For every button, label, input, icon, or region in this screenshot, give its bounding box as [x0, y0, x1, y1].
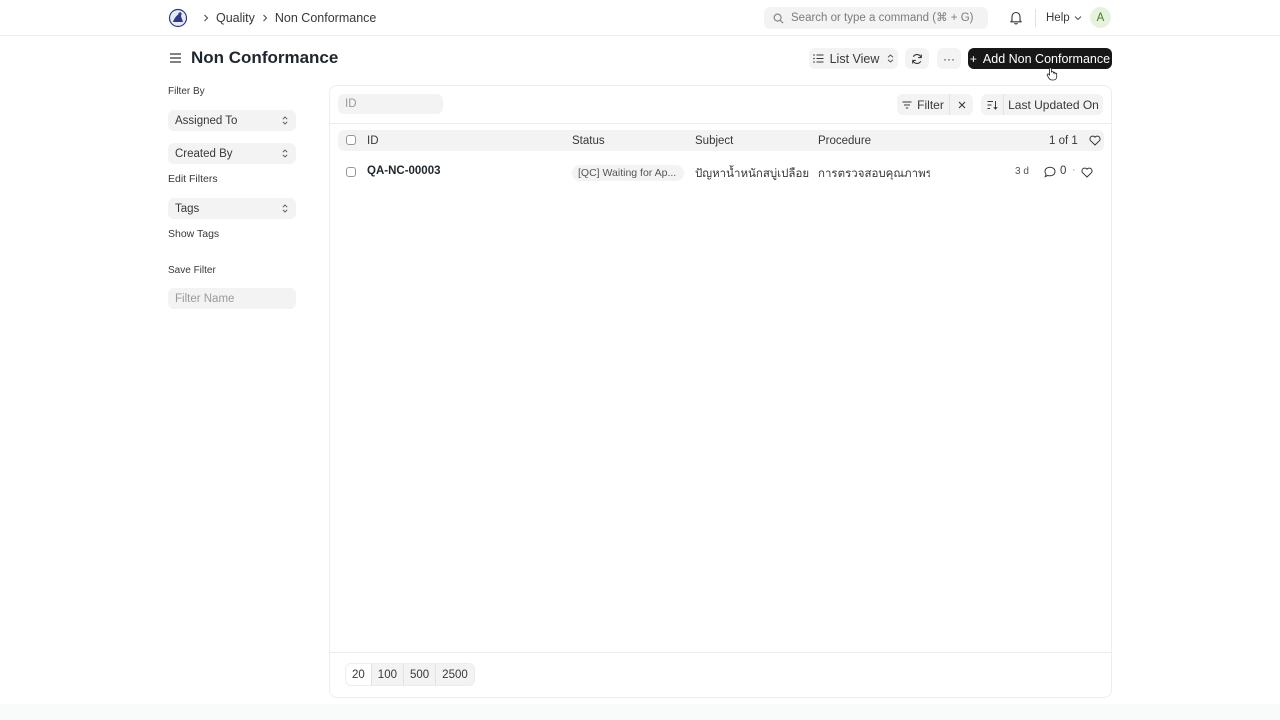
- sort-field-button[interactable]: Last Updated On: [1004, 94, 1103, 115]
- row-separator-dot: ·: [1072, 164, 1076, 176]
- clear-filters-button[interactable]: [950, 94, 973, 115]
- column-header-id: ID: [367, 134, 379, 147]
- list-view-selector[interactable]: List View: [809, 48, 898, 69]
- footer-divider: [330, 652, 1111, 653]
- filter-by-label: Filter By: [168, 86, 205, 97]
- chevron-right-icon: [261, 14, 269, 22]
- comment-count: 0: [1060, 165, 1067, 177]
- hand-cursor-icon: [1046, 67, 1058, 81]
- chevron-right-icon: [202, 14, 210, 22]
- app-logo-icon[interactable]: [168, 7, 188, 29]
- save-filter-label: Save Filter: [168, 265, 216, 276]
- breadcrumb: Quality Non Conformance: [196, 0, 376, 36]
- list-header: ID Status Subject Procedure 1 of 1: [338, 130, 1104, 151]
- select-arrows-icon: [282, 204, 288, 213]
- close-icon: [958, 101, 965, 108]
- page-title: Non Conformance: [191, 48, 339, 67]
- tags-filter[interactable]: Tags: [168, 198, 296, 219]
- navbar: Quality Non Conformance Help A: [0, 0, 1280, 36]
- tags-label: Tags: [175, 202, 200, 215]
- list-icon: [812, 54, 824, 63]
- breadcrumb-non-conformance[interactable]: Non Conformance: [275, 11, 376, 25]
- add-non-conformance-button[interactable]: + Add Non Conformance: [968, 48, 1112, 69]
- filter-button-group: Filter: [897, 94, 973, 115]
- list-panel: Filter Last Updated On ID Status Subject…: [329, 85, 1112, 698]
- search-icon: [773, 13, 784, 23]
- id-filter-input[interactable]: [338, 94, 443, 114]
- plus-icon: +: [969, 51, 977, 66]
- breadcrumb-quality[interactable]: Quality: [216, 11, 255, 25]
- column-header-status: Status: [572, 134, 605, 147]
- filter-label: Filter: [917, 97, 944, 112]
- row-procedure: การตรวจสอบคุณภาพร...: [818, 168, 930, 180]
- refresh-icon: [912, 53, 922, 64]
- chevron-down-icon: [1074, 16, 1082, 21]
- comment-icon: [1044, 166, 1056, 178]
- bell-icon[interactable]: [1009, 10, 1023, 25]
- select-arrows-icon: [888, 54, 894, 63]
- select-all-checkbox[interactable]: [346, 135, 356, 145]
- assigned-to-label: Assigned To: [175, 114, 238, 127]
- page-bottom-strip: [0, 704, 1280, 720]
- filter-button[interactable]: Filter: [897, 94, 950, 115]
- page-size-20[interactable]: 20: [346, 664, 372, 685]
- navbar-divider: [1035, 9, 1036, 27]
- row-subject: ปัญหาน้ำหนักสบู่เปลือย...: [695, 168, 809, 180]
- heart-icon[interactable]: [1081, 167, 1093, 178]
- heart-icon[interactable]: [1089, 135, 1101, 146]
- show-tags-link[interactable]: Show Tags: [168, 228, 219, 240]
- sort-direction-button[interactable]: [981, 94, 1004, 115]
- row-modified-time: 3 d: [1015, 166, 1029, 177]
- row-id-link[interactable]: QA-NC-00003: [367, 165, 441, 177]
- help-label: Help: [1046, 12, 1070, 24]
- filter-icon: [902, 101, 912, 108]
- page-size-500[interactable]: 500: [404, 664, 437, 685]
- column-header-procedure: Procedure: [818, 134, 872, 147]
- sidebar-toggle-icon[interactable]: [169, 52, 182, 64]
- more-actions-button[interactable]: ···: [937, 48, 961, 69]
- search-input[interactable]: [791, 12, 981, 24]
- page-size-2500[interactable]: 2500: [436, 664, 474, 685]
- status-badge[interactable]: [QC] Waiting for Ap...: [572, 165, 684, 181]
- page-length-selector: 20 100 500 2500: [345, 663, 475, 686]
- sort-button-group: Last Updated On: [981, 94, 1103, 115]
- refresh-button[interactable]: [905, 48, 929, 69]
- list-toolbar: Filter Last Updated On: [330, 86, 1111, 124]
- list-view-label: List View: [829, 51, 880, 66]
- awesomebar[interactable]: [764, 7, 988, 29]
- add-button-label: Add Non Conformance: [982, 51, 1111, 66]
- help-dropdown[interactable]: Help: [1046, 0, 1082, 36]
- edit-filters-link[interactable]: Edit Filters: [168, 173, 218, 185]
- filter-name-input[interactable]: [168, 288, 296, 309]
- result-count: 1 of 1: [1049, 134, 1078, 147]
- select-arrows-icon: [282, 116, 288, 125]
- select-arrows-icon: [282, 149, 288, 158]
- page-size-100[interactable]: 100: [372, 664, 404, 685]
- row-checkbox[interactable]: [346, 167, 356, 177]
- table-row[interactable]: QA-NC-00003 [QC] Waiting for Ap... ปัญหา…: [338, 162, 1104, 183]
- avatar[interactable]: A: [1090, 7, 1111, 28]
- created-by-filter[interactable]: Created By: [168, 143, 296, 164]
- sort-descending-icon: [987, 100, 998, 110]
- column-header-subject: Subject: [695, 134, 734, 147]
- assigned-to-filter[interactable]: Assigned To: [168, 110, 296, 131]
- created-by-label: Created By: [175, 147, 233, 160]
